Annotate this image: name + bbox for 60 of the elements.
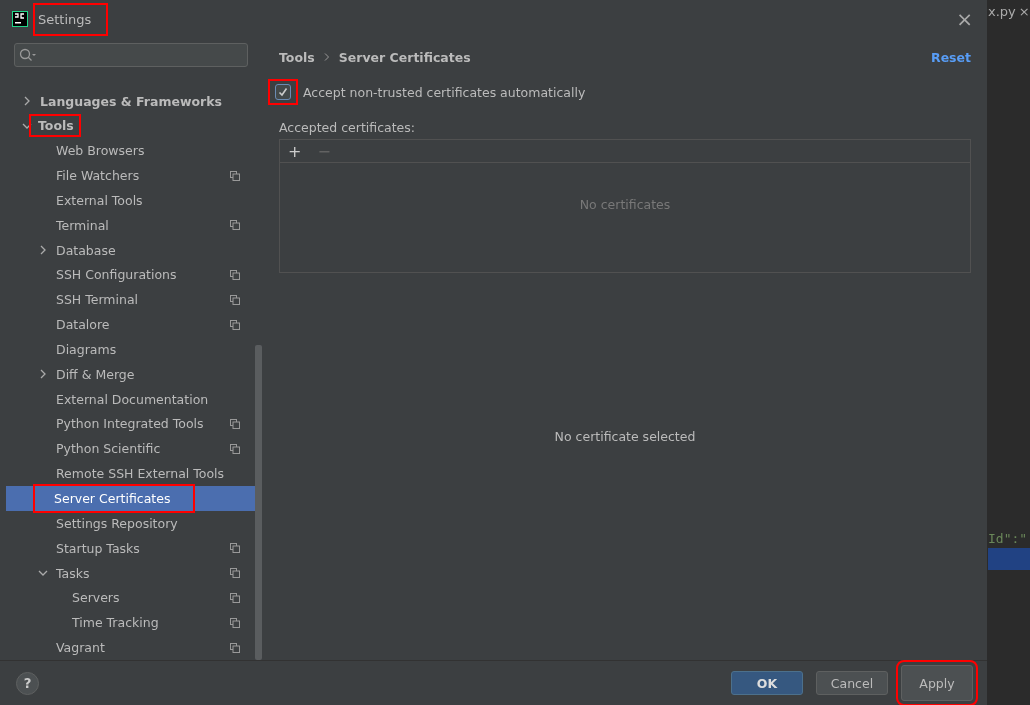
tree-item[interactable]: Python Scientific [6, 436, 256, 462]
copy-icon [230, 443, 240, 454]
copy-icon [230, 170, 240, 181]
tree-item[interactable]: Web Browsers [6, 138, 256, 164]
tree-item[interactable]: Servers [6, 585, 256, 611]
window-title: Settings [34, 3, 108, 35]
tree-item[interactable]: Languages & Frameworks [6, 88, 256, 114]
breadcrumb-item: Tools [279, 49, 315, 65]
dialog-button[interactable]: OK [731, 671, 803, 695]
copy-icon [230, 319, 240, 330]
dialog-button[interactable]: Cancel [816, 671, 888, 695]
copy-icon [230, 617, 240, 628]
checkmark-icon [278, 87, 288, 97]
checkbox-label: Accept non-trusted certificates automatically [303, 84, 586, 100]
empty-text: No certificates [579, 197, 671, 214]
reset-link[interactable]: Reset [931, 49, 971, 65]
tree-item[interactable]: Tools [6, 113, 256, 139]
search-field[interactable] [14, 43, 248, 67]
breadcrumb-item: Server Certificates [338, 49, 471, 65]
checkbox[interactable] [269, 80, 297, 104]
tree-item[interactable]: External Documentation [6, 386, 256, 412]
tree-item[interactable]: Vagrant [6, 635, 256, 660]
copy-icon [230, 269, 240, 280]
tree-item[interactable]: Diff & Merge [6, 361, 256, 387]
section-label: Accepted certificates: [279, 120, 416, 135]
tree-item[interactable]: SSH Configurations [6, 262, 256, 288]
tree-item[interactable]: SSH Terminal [6, 287, 256, 313]
editor-tab[interactable]: x.py × [988, 3, 1030, 20]
tree-item[interactable]: Startup Tasks [6, 535, 256, 561]
tree-item[interactable]: Time Tracking [6, 610, 256, 636]
copy-icon [230, 642, 240, 653]
tree-item[interactable]: Server Certificates [6, 486, 256, 511]
app-logo-icon [12, 11, 28, 27]
tree-item[interactable]: File Watchers [6, 163, 256, 189]
copy-icon [230, 568, 240, 579]
tree-item[interactable]: Datalore [6, 312, 256, 337]
code-text: Id":" [988, 531, 1028, 546]
copy-icon [230, 543, 240, 554]
tree-item[interactable]: External Tools [6, 188, 256, 213]
add-button[interactable]: + [286, 141, 304, 161]
scrollbar[interactable] [255, 345, 262, 660]
copy-icon [230, 294, 240, 305]
tree-item[interactable]: Terminal [6, 212, 256, 238]
close-button[interactable]: × [952, 7, 977, 31]
tree-item[interactable]: Python Integrated Tools [6, 411, 256, 437]
tree-item[interactable]: Remote SSH External Tools [6, 461, 256, 486]
chevron-right-icon[interactable] [38, 369, 48, 380]
chevron-right-icon[interactable] [22, 96, 32, 107]
chevron-right-icon[interactable] [38, 245, 48, 256]
copy-icon [230, 592, 240, 603]
tree-item[interactable]: Settings Repository [6, 511, 256, 536]
help-button[interactable]: ? [16, 671, 39, 695]
copy-icon [230, 418, 240, 429]
chevron-right-icon [322, 53, 331, 61]
tree-item[interactable]: Tasks [6, 560, 256, 586]
tree-item[interactable]: Diagrams [6, 337, 256, 362]
empty-detail-text: No certificate selected [554, 429, 696, 444]
tree-item[interactable]: Database [6, 237, 256, 263]
copy-icon [230, 220, 240, 231]
search-icon [19, 47, 37, 62]
